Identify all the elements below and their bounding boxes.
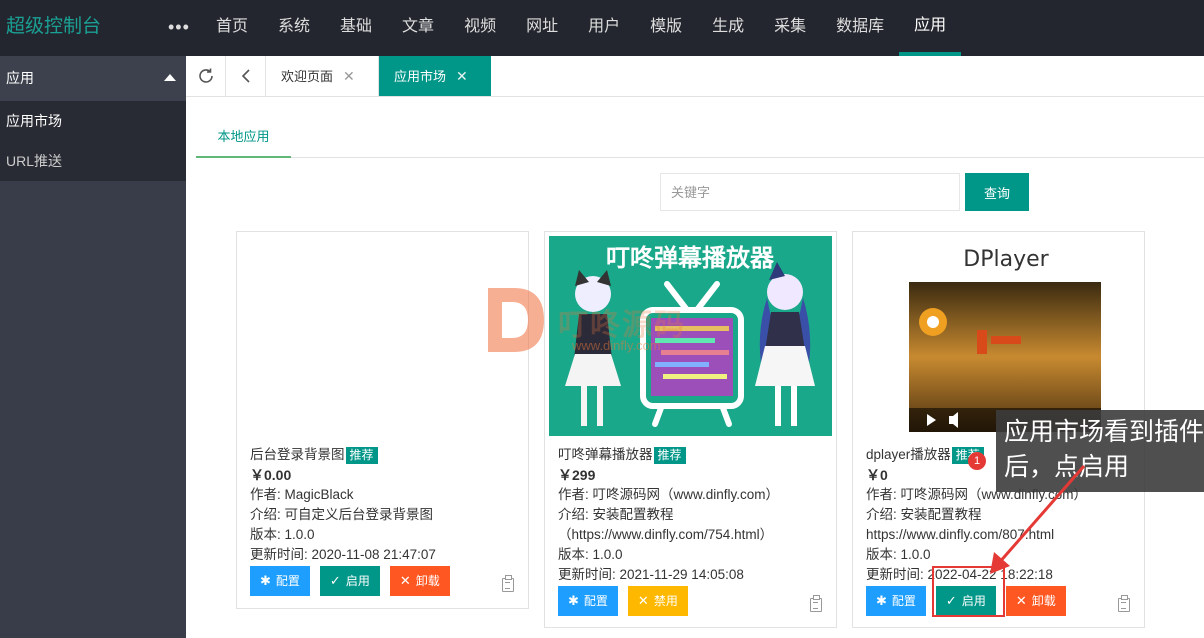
clipboard-icon[interactable] (1118, 595, 1130, 612)
close-icon: ✕ (399, 573, 411, 588)
sidebar-group-apps[interactable]: 应用 (0, 56, 186, 101)
tab-app-market[interactable]: 应用市场 ✕ (379, 56, 491, 96)
nav-url[interactable]: 网址 (511, 0, 573, 56)
card-title: 后台登录背景图 (250, 447, 345, 462)
nav-basic[interactable]: 基础 (325, 0, 387, 56)
sidebar-item-url-push[interactable]: URL推送 (0, 141, 186, 181)
config-button[interactable]: ✱ 配置 (558, 586, 618, 616)
sidebar: 应用 应用市场 URL推送 (0, 56, 186, 638)
more-menu-icon[interactable]: ••• (168, 14, 190, 40)
card-author: 作者: MagicBlack (250, 487, 354, 502)
close-icon: ✕ (637, 593, 649, 608)
app-card-dingdong-player: 叮咚弹幕播放器 叮咚弹幕播放器 推荐 ￥299 作者: 叮咚源码网（www.di… (544, 231, 837, 628)
recommend-badge: 推荐 (653, 446, 686, 464)
nav-collect[interactable]: 采集 (759, 0, 821, 56)
config-button[interactable]: ✱ 配置 (866, 586, 926, 616)
search-button[interactable]: 查询 (965, 173, 1029, 211)
tab-local-apps[interactable]: 本地应用 (196, 117, 291, 158)
nav-video[interactable]: 视频 (449, 0, 511, 56)
config-label: 配置 (583, 594, 608, 608)
sidebar-group-label: 应用 (6, 70, 34, 86)
clipboard-icon[interactable] (810, 595, 822, 612)
enable-button[interactable]: ✓ 启用 (319, 566, 380, 596)
chevron-left-icon (241, 69, 250, 83)
subtabs: 本地应用 (196, 117, 1204, 158)
tab-welcome-label: 欢迎页面 (281, 69, 334, 84)
tab-welcome[interactable]: 欢迎页面 ✕ (266, 56, 379, 96)
gear-icon: ✱ (568, 593, 579, 608)
top-bar: 超级控制台 ••• 首页 系统 基础 文章 视频 网址 用户 模版 生成 采集 … (0, 0, 1204, 56)
uninstall-button[interactable]: ✕ 卸载 (389, 566, 450, 596)
recommend-badge: 推荐 (345, 446, 378, 464)
card-actions: ✱ 配置 ✕ 禁用 (558, 586, 698, 616)
nav-article[interactable]: 文章 (387, 0, 449, 56)
annotation-arrow-icon (990, 465, 1086, 574)
back-button[interactable] (226, 56, 266, 96)
nav-template[interactable]: 模版 (635, 0, 697, 56)
search-input[interactable] (660, 173, 960, 211)
tab-app-market-label: 应用市场 (394, 69, 447, 84)
gear-icon: ✱ (260, 573, 271, 588)
uninstall-label: 卸载 (415, 574, 440, 588)
close-icon: ✕ (1015, 593, 1027, 608)
refresh-icon (198, 68, 213, 83)
caret-up-icon (164, 74, 176, 81)
enable-label: 启用 (345, 574, 370, 588)
thumbnail-title: DPlayer (963, 247, 1049, 272)
card-version: 版本: 1.0.0 (250, 527, 315, 542)
config-label: 配置 (275, 574, 300, 588)
uninstall-label: 卸载 (1031, 594, 1056, 608)
app-thumbnail: DPlayer (857, 236, 1140, 436)
app-thumbnail: 叮咚弹幕播放器 (549, 236, 832, 436)
annotation-highlight (932, 566, 1005, 617)
close-icon[interactable]: ✕ (343, 56, 355, 96)
card-price: ￥0.00 (250, 467, 292, 483)
card-intro-link[interactable]: （https://www.dinfly.com/754.html） (558, 525, 779, 545)
sidebar-list: 应用市场 URL推送 (0, 101, 186, 181)
card-updated: 更新时间: 2020-11-08 21:47:07 (250, 547, 436, 562)
thumbnail-title: 叮咚弹幕播放器 (606, 244, 775, 272)
card-intro: 介绍: 安装配置教程 (558, 507, 674, 522)
top-nav: 首页 系统 基础 文章 视频 网址 用户 模版 生成 采集 数据库 应用 (201, 0, 962, 56)
card-updated: 更新时间: 2021-11-29 14:05:08 (558, 567, 744, 582)
card-intro: 介绍: 可自定义后台登录背景图 (250, 507, 434, 522)
config-label: 配置 (891, 594, 916, 608)
nav-database[interactable]: 数据库 (821, 0, 899, 56)
tab-strip: 欢迎页面 ✕ 应用市场 ✕ (186, 56, 1204, 97)
sidebar-item-app-market[interactable]: 应用市场 (0, 101, 186, 141)
card-author: 作者: 叮咚源码网（www.dinfly.com） (558, 487, 780, 502)
nav-system[interactable]: 系统 (263, 0, 325, 56)
disable-button[interactable]: ✕ 禁用 (627, 586, 688, 616)
gear-icon: ✱ (876, 593, 887, 608)
uninstall-button[interactable]: ✕ 卸载 (1005, 586, 1066, 616)
close-icon[interactable]: ✕ (456, 56, 468, 96)
card-version: 版本: 1.0.0 (558, 547, 623, 562)
nav-home[interactable]: 首页 (201, 0, 263, 56)
brand-title[interactable]: 超级控制台 (6, 14, 101, 40)
refresh-button[interactable] (186, 56, 226, 96)
card-info: 后台登录背景图 推荐 ￥0.00 作者: MagicBlack 介绍: 可自定义后… (250, 445, 436, 565)
app-card-login-bg: 后台登录背景图 推荐 ￥0.00 作者: MagicBlack 介绍: 可自定义后… (236, 231, 529, 609)
check-icon: ✓ (329, 573, 341, 588)
nav-user[interactable]: 用户 (573, 0, 635, 56)
card-title: 叮咚弹幕播放器 (558, 447, 653, 462)
config-button[interactable]: ✱ 配置 (250, 566, 310, 596)
nav-apps[interactable]: 应用 (899, 0, 962, 56)
card-price: ￥299 (558, 467, 596, 483)
disable-label: 禁用 (653, 594, 678, 608)
card-actions: ✱ 配置 ✓ 启用 ✕ 卸载 (250, 566, 460, 596)
nav-generate[interactable]: 生成 (697, 0, 759, 56)
card-title: dplayer播放器 (866, 447, 951, 462)
clipboard-icon[interactable] (502, 575, 514, 592)
card-info: 叮咚弹幕播放器 推荐 ￥299 作者: 叮咚源码网（www.dinfly.com）… (558, 445, 779, 585)
